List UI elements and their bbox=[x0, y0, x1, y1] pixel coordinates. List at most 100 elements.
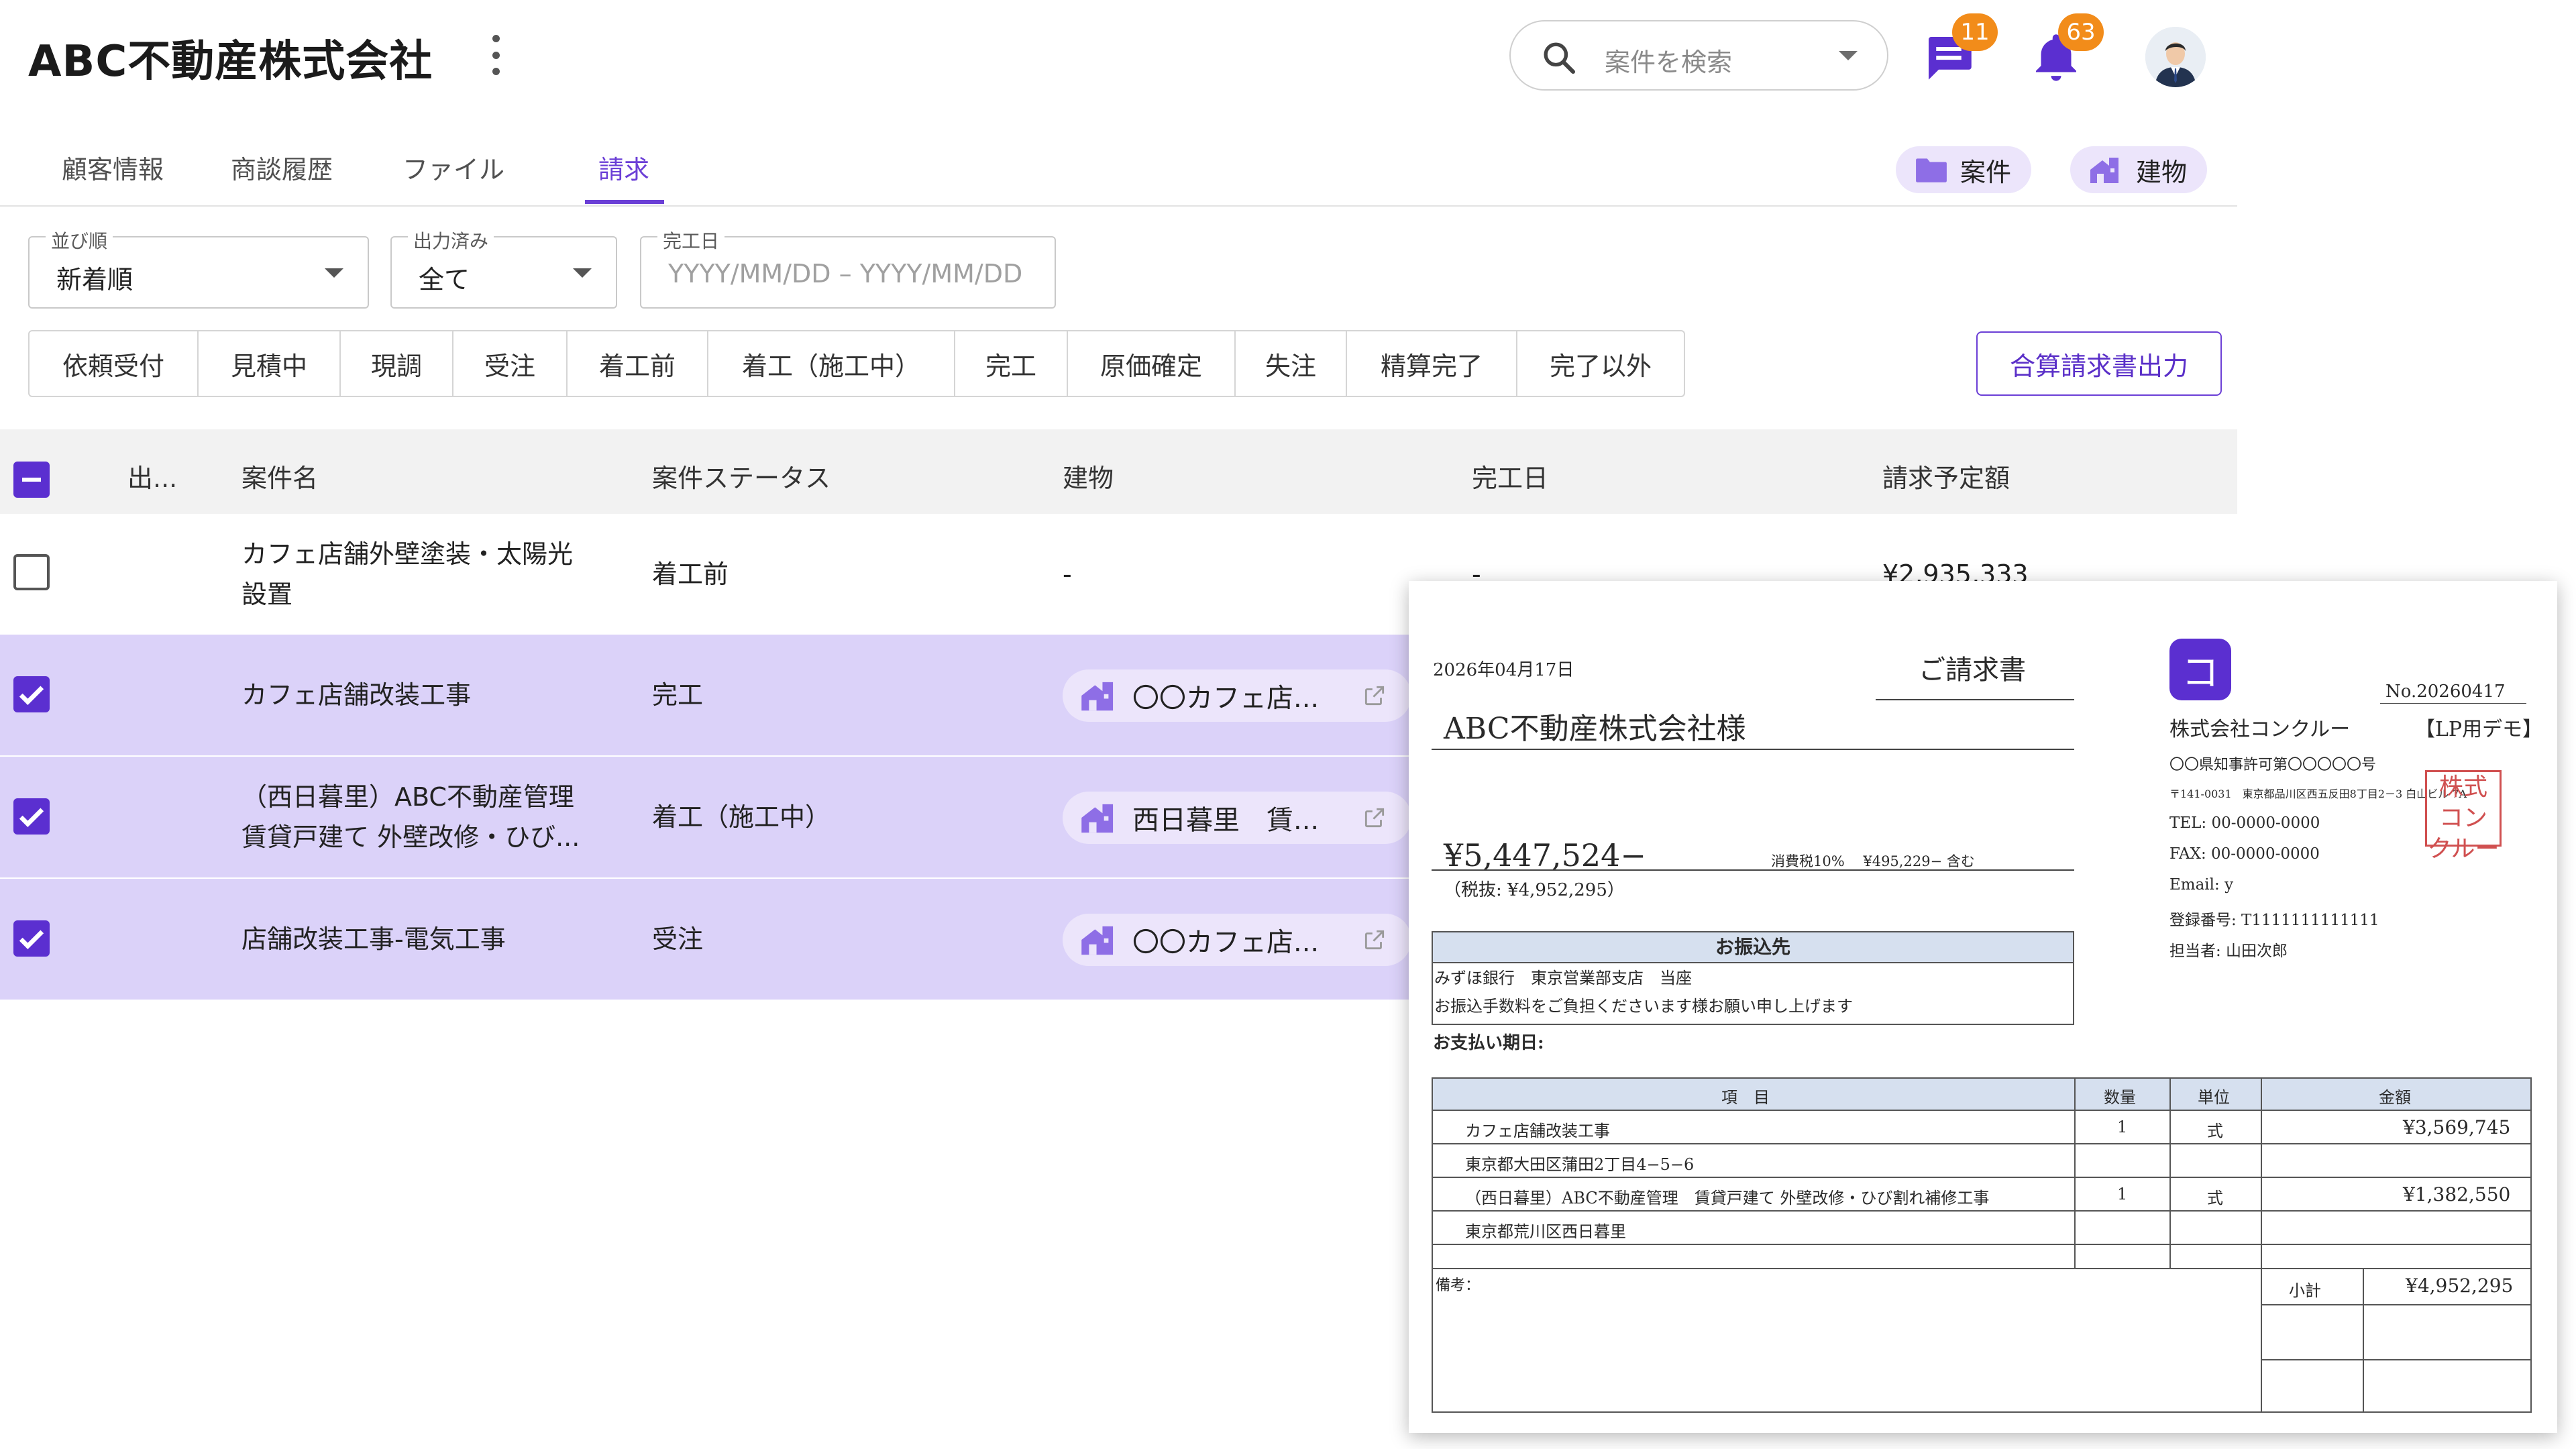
sort-value: 新着順 bbox=[56, 265, 133, 294]
status-filter-button[interactable]: 着工前 bbox=[568, 331, 708, 396]
status-filter-button[interactable]: 失注 bbox=[1236, 331, 1347, 396]
tab-billing[interactable]: 請求 bbox=[598, 149, 649, 186]
project-status: 着工前 bbox=[652, 559, 729, 589]
avatar-icon bbox=[2145, 27, 2206, 87]
column-header-output[interactable]: 出... bbox=[127, 458, 177, 494]
sort-select[interactable]: 並び順 新着順 bbox=[28, 227, 369, 309]
row-checkbox[interactable] bbox=[13, 676, 50, 712]
building-icon bbox=[1081, 926, 1114, 955]
item-amount: ¥3,569,745 bbox=[2403, 1116, 2511, 1138]
issuer-address: 〒141-0031 東京都品川区西五反田8丁目2－3 白山ビル 7A bbox=[2169, 788, 2467, 800]
title-underline bbox=[1876, 699, 2074, 700]
items-col-name: 項 目 bbox=[1721, 1088, 1770, 1107]
item-qty: 1 bbox=[2117, 1185, 2128, 1203]
building-name: 〇〇カフェ店... bbox=[1132, 683, 1320, 714]
completion-date-range-input[interactable]: 完工日 YYYY/MM/DD – YYYY/MM/DD bbox=[640, 227, 1056, 309]
select-all-checkbox[interactable] bbox=[13, 462, 50, 498]
row-checkbox[interactable] bbox=[13, 920, 50, 957]
status-filter-button[interactable]: 現調 bbox=[341, 331, 453, 396]
project-chip[interactable]: 案件 bbox=[1896, 146, 2032, 193]
company-seal-stamp: 株式 コンクルー bbox=[2425, 770, 2502, 863]
status-filter-button[interactable]: 精算完了 bbox=[1347, 331, 1517, 396]
column-header-completion-date[interactable]: 完工日 bbox=[1472, 458, 1548, 494]
issuer-name: 株式会社コンクルー bbox=[2169, 718, 2351, 741]
item-name: 東京都大田区蒲田2丁目4−5−6 bbox=[1465, 1155, 1695, 1174]
item-name: 東京都荒川区西日暮里 bbox=[1465, 1222, 1626, 1241]
status-filter-button[interactable]: 完了以外 bbox=[1517, 331, 1684, 396]
invoice-items-table: 項 目 数量 単位 金額 カフェ店舗改装工事 1 式 ¥3,569,745 東京… bbox=[1432, 1077, 2532, 1413]
chat-count-badge: 11 bbox=[1952, 13, 1998, 51]
items-header-row bbox=[1433, 1079, 2530, 1111]
tab-divider bbox=[0, 205, 2237, 207]
output-status-select[interactable]: 出力済み 全て bbox=[390, 227, 617, 309]
column-header-billing-amount[interactable]: 請求予定額 bbox=[1882, 458, 2010, 494]
remarks-label: 備考： bbox=[1436, 1277, 1481, 1294]
chevron-down-icon bbox=[573, 268, 592, 278]
invoice-number: No.20260417 bbox=[2385, 682, 2506, 702]
tab-negotiation-history[interactable]: 商談履歴 bbox=[231, 149, 333, 186]
item-amount: ¥1,382,550 bbox=[2403, 1183, 2511, 1205]
output-status-value: 全て bbox=[419, 265, 470, 294]
building-icon bbox=[2090, 158, 2118, 183]
total-underline bbox=[1432, 869, 2074, 871]
issuer-person: 担当者: 山田次郎 bbox=[2169, 943, 2288, 960]
issuer-registration: 登録番号: T1111111111111 bbox=[2169, 912, 2379, 929]
building-link-chip[interactable]: 〇〇カフェ店... bbox=[1063, 914, 1411, 966]
external-link-icon[interactable] bbox=[1362, 683, 1387, 708]
row-checkbox[interactable] bbox=[13, 798, 50, 835]
merged-invoice-output-button[interactable]: 合算請求書出力 bbox=[1976, 331, 2222, 396]
row-checkbox[interactable] bbox=[13, 554, 50, 590]
column-header-project-status[interactable]: 案件ステータス bbox=[652, 458, 830, 494]
project-status: 着工（施工中） bbox=[652, 802, 831, 832]
bank-title: お振込先 bbox=[1433, 932, 2073, 963]
subtotal-label: 小計 bbox=[2289, 1281, 2321, 1300]
folder-icon bbox=[1916, 158, 1947, 182]
bank-line-2: お振込手数料をご負担くださいます様お願い申し上げます bbox=[1434, 997, 1853, 1016]
items-col-unit: 単位 bbox=[2198, 1088, 2230, 1107]
more-options-icon[interactable] bbox=[487, 35, 504, 75]
invoice-title: ご請求書 bbox=[1919, 655, 2026, 686]
building-link-chip[interactable]: 西日暮里 賃... bbox=[1063, 792, 1411, 844]
item-name: （西日暮里）ABC不動産管理 賃貸戸建て 外壁改修・ひび割れ補修工事 bbox=[1465, 1189, 1990, 1208]
active-tab-indicator bbox=[585, 200, 664, 204]
tab-files[interactable]: ファイル bbox=[402, 149, 504, 186]
building-name: 〇〇カフェ店... bbox=[1132, 927, 1320, 958]
pretax-amount: （税抜: ¥4,952,295） bbox=[1444, 880, 1625, 900]
issuer-license: 〇〇県知事許可第〇〇〇〇〇号 bbox=[2169, 757, 2377, 773]
project-name: カフェ店舗外壁塗装・太陽光 設置 bbox=[241, 539, 574, 609]
tax-note: 消費税10% ¥495,229− 含む bbox=[1771, 853, 1975, 869]
search-input[interactable]: 案件を検索 bbox=[1509, 20, 1888, 91]
chevron-down-icon[interactable] bbox=[1839, 51, 1858, 60]
building-chip-label: 建物 bbox=[2136, 157, 2188, 187]
column-header-building[interactable]: 建物 bbox=[1063, 458, 1114, 494]
building-chip[interactable]: 建物 bbox=[2070, 146, 2208, 193]
chevron-down-icon bbox=[325, 268, 343, 278]
subtotal-amount: ¥4,952,295 bbox=[2406, 1275, 2514, 1297]
building-name: - bbox=[1063, 559, 1072, 589]
number-underline bbox=[2380, 703, 2526, 704]
check-icon bbox=[19, 930, 44, 950]
status-filter-button[interactable]: 見積中 bbox=[199, 331, 341, 396]
check-icon bbox=[19, 808, 44, 828]
building-link-chip[interactable]: 〇〇カフェ店... bbox=[1063, 669, 1411, 722]
tab-customer-info[interactable]: 顧客情報 bbox=[62, 149, 164, 186]
status-filter-button[interactable]: 着工（施工中） bbox=[708, 331, 955, 396]
due-date-label: お支払い期日: bbox=[1433, 1033, 1544, 1053]
addressee-underline bbox=[1432, 749, 2074, 750]
building-name: 西日暮里 賃... bbox=[1132, 805, 1320, 836]
company-logo: コ bbox=[2169, 639, 2231, 700]
project-status: 完工 bbox=[652, 680, 704, 710]
invoice-preview: 2026年04月17日 ご請求書 コ No.20260417 ABC不動産株式会… bbox=[1409, 581, 2557, 1433]
column-header-project-name[interactable]: 案件名 bbox=[241, 458, 318, 494]
user-avatar[interactable] bbox=[2145, 27, 2206, 87]
external-link-icon[interactable] bbox=[1362, 805, 1387, 830]
issuer-tag: 【LP用デモ】 bbox=[2415, 718, 2543, 741]
item-qty: 1 bbox=[2117, 1118, 2128, 1136]
search-icon bbox=[1544, 42, 1576, 74]
status-filter-button[interactable]: 完工 bbox=[955, 331, 1068, 396]
status-filter-button[interactable]: 原価確定 bbox=[1068, 331, 1236, 396]
external-link-icon[interactable] bbox=[1362, 927, 1387, 953]
project-chip-label: 案件 bbox=[1960, 157, 2012, 187]
status-filter-button[interactable]: 受注 bbox=[453, 331, 568, 396]
status-filter-button[interactable]: 依頼受付 bbox=[30, 331, 199, 396]
